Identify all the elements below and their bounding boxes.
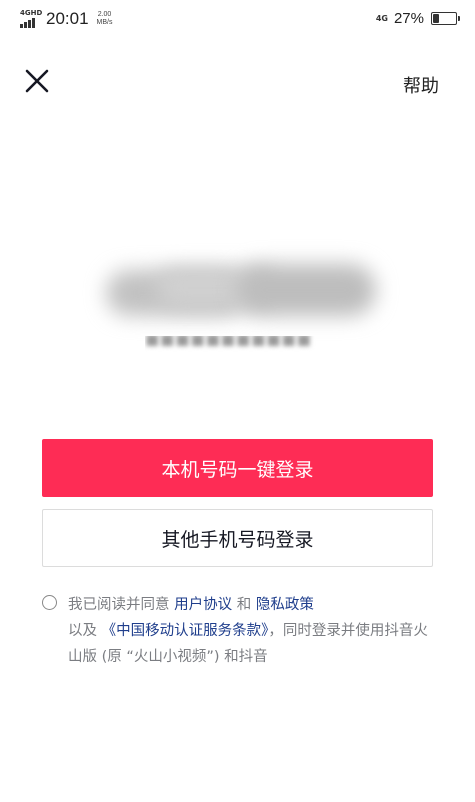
battery-percent: 27% bbox=[393, 10, 424, 27]
network-speed-value: 2.00 bbox=[97, 11, 112, 18]
signal-tag: 4GHD bbox=[20, 9, 43, 17]
status-left: 4GHD 20:01 2.00 MB/s bbox=[20, 9, 113, 29]
agreement-and: 和 bbox=[232, 597, 256, 613]
status-bar: 4GHD 20:01 2.00 MB/s 4G 27% bbox=[0, 0, 475, 40]
cmcc-terms-link[interactable]: 《中国移动认证服务条款》 bbox=[102, 623, 269, 639]
agreement-prefix: 我已阅读并同意 bbox=[68, 597, 175, 613]
agree-checkbox[interactable] bbox=[42, 595, 57, 610]
one-click-login-button[interactable]: 本机号码一键登录 bbox=[42, 439, 433, 497]
masked-carrier-caption: ■■■■■■■■■■■ bbox=[145, 336, 312, 348]
agreement-text: 我已阅读并同意 用户协议 和 隐私政策 以及 《中国移动认证服务条款》，同时登录… bbox=[68, 592, 428, 670]
signal-bars bbox=[20, 18, 35, 28]
close-icon bbox=[25, 69, 49, 93]
close-button[interactable] bbox=[24, 68, 50, 94]
status-right: 4G 27% bbox=[375, 10, 460, 27]
other-phone-login-button[interactable]: 其他手机号码登录 bbox=[42, 509, 433, 567]
battery-level bbox=[433, 14, 440, 23]
battery-icon bbox=[431, 12, 460, 25]
clock: 20:01 bbox=[46, 9, 89, 28]
help-link[interactable]: 帮助 bbox=[403, 72, 439, 98]
masked-phone-number bbox=[96, 248, 386, 348]
network-speed: 2.00 MB/s bbox=[97, 11, 113, 27]
signal-icon: 4GHD bbox=[20, 9, 43, 28]
privacy-policy-link[interactable]: 隐私政策 bbox=[256, 597, 314, 613]
user-agreement-link[interactable]: 用户协议 bbox=[174, 597, 232, 613]
network-type-icon: 4G bbox=[375, 14, 388, 23]
network-speed-unit: MB/s bbox=[96, 19, 113, 26]
agreement-line2-prefix: 以及 bbox=[68, 623, 102, 639]
